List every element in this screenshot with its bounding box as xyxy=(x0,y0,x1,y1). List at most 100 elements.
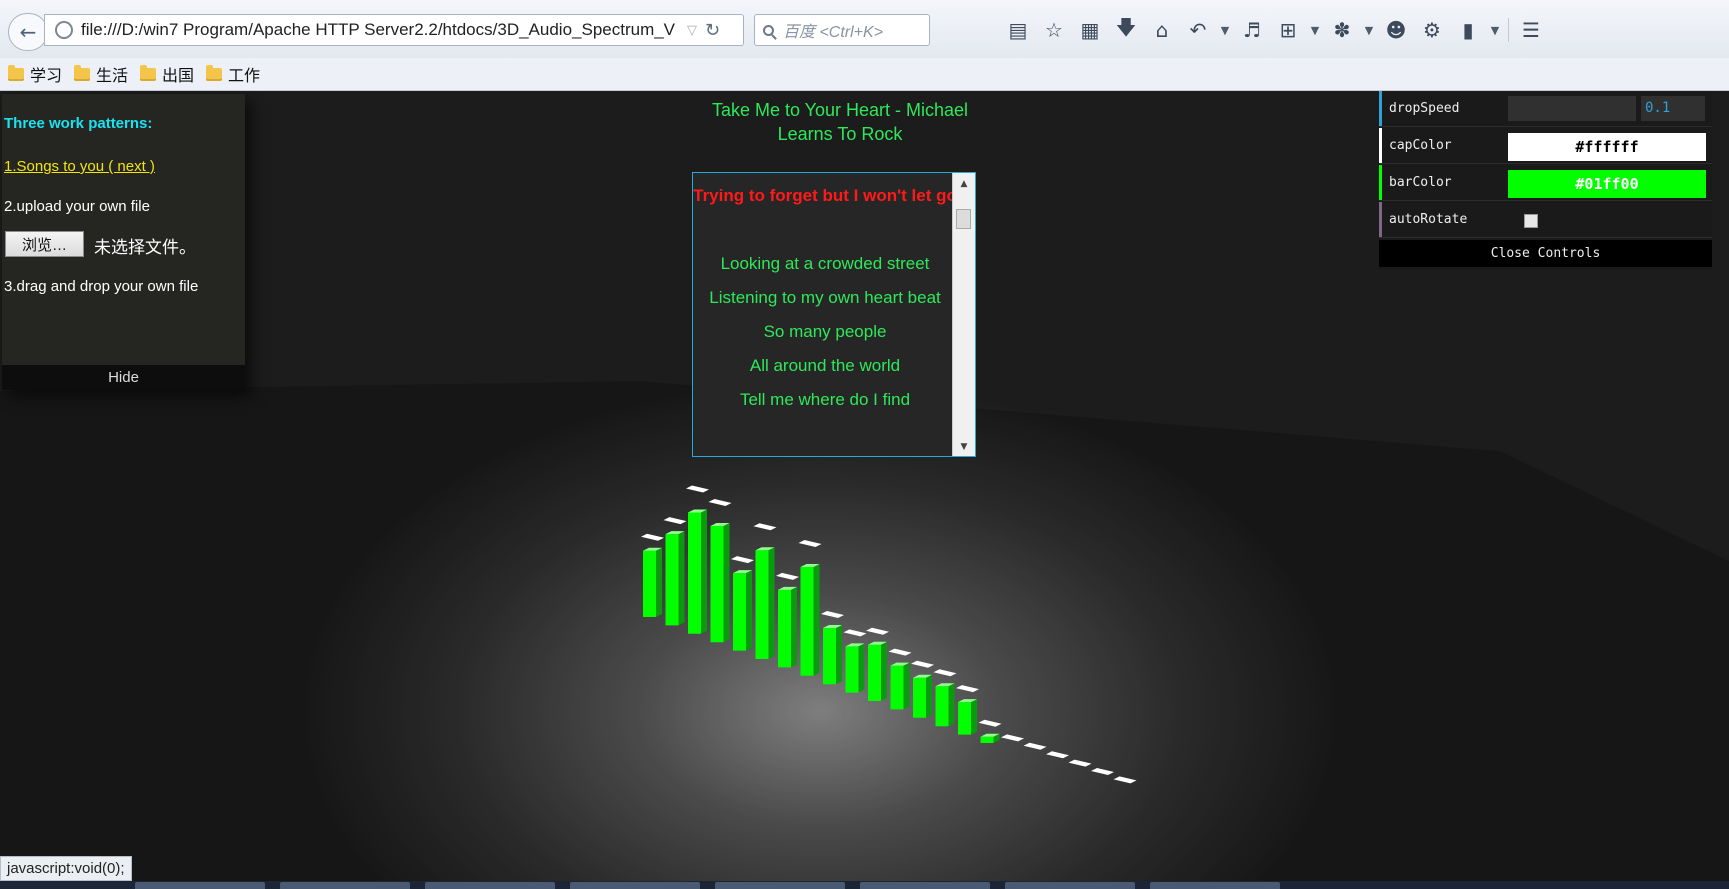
drop-speed-input[interactable]: 0.1 xyxy=(1641,96,1705,121)
close-controls-button[interactable]: Close Controls xyxy=(1379,240,1712,267)
download-icon[interactable]: 🡇 xyxy=(1108,15,1144,45)
folder-icon xyxy=(206,64,223,81)
navigation-toolbar: ← file:///D:/win7 Program/Apache HTTP Se… xyxy=(0,0,1729,58)
spectrum-bar xyxy=(958,702,971,735)
spectrum-bar xyxy=(710,525,724,643)
status-bar: javascript:void(0); xyxy=(0,856,132,881)
bookmark-label: 工作 xyxy=(228,66,261,85)
taskbar-button[interactable] xyxy=(860,882,990,889)
lyrics-list: Trying to forget but I won't let go Look… xyxy=(693,173,957,417)
cap-color-input[interactable]: #ffffff xyxy=(1508,133,1706,161)
spectrum-bar-side xyxy=(881,641,887,701)
no-file-text: 未选择文件。 xyxy=(94,238,196,257)
drop-speed-slider[interactable] xyxy=(1508,96,1636,121)
crop-dropdown-icon[interactable]: ▼ xyxy=(1306,15,1324,45)
taskbar-button[interactable] xyxy=(1150,882,1280,889)
hide-button[interactable]: Hide xyxy=(2,365,245,390)
spectrum-bar xyxy=(868,644,881,701)
back-button[interactable]: ← xyxy=(8,13,48,51)
home-icon[interactable]: ⌂ xyxy=(1144,15,1180,45)
taskbar-button[interactable] xyxy=(135,882,265,889)
search-box[interactable]: 百度 <Ctrl+K> xyxy=(754,14,930,46)
spectrum-bar-side xyxy=(858,643,865,693)
control-label: barColor xyxy=(1389,175,1452,190)
folder-icon xyxy=(140,64,157,81)
crop-icon[interactable]: ⊞ xyxy=(1270,15,1306,45)
undo-icon[interactable]: ↶ xyxy=(1180,15,1216,45)
back-arrow-icon: ← xyxy=(19,20,37,44)
mode-panel: Three work patterns: 1.Songs to you ( ne… xyxy=(2,94,245,390)
spectrum-bar xyxy=(733,573,746,651)
spectrum-bar xyxy=(755,550,769,659)
bookmark-folder-study[interactable]: 学习 xyxy=(8,62,62,86)
scroll-thumb[interactable] xyxy=(956,209,971,229)
bookmark-label: 学习 xyxy=(30,66,63,85)
spectrum-bar xyxy=(823,627,836,685)
reader-icon[interactable]: ▦ xyxy=(1072,15,1108,45)
next-song-link[interactable]: 1.Songs to you ( next ) xyxy=(4,158,155,175)
song-title: Take Me to Your Heart - Michael Learns T… xyxy=(711,100,969,144)
control-cap-color: capColor #ffffff xyxy=(1379,128,1712,164)
toolbar-separator xyxy=(1508,18,1509,42)
toolbar-icons: ▤ ☆ ▦ 🡇 ⌂ ↶ ▼ ♬ ⊞ ▼ ✽ ▼ ☻ ⚙ ▮ ▼ ☰ xyxy=(1000,14,1549,46)
lyrics-box[interactable]: Trying to forget but I won't let go Look… xyxy=(692,172,976,457)
browse-button[interactable]: 浏览… xyxy=(5,231,84,257)
reload-icon[interactable]: ↻ xyxy=(705,20,720,41)
bar-color-input[interactable]: #01ff00 xyxy=(1508,170,1706,198)
spectrum-bar xyxy=(980,736,994,743)
menu-icon[interactable]: ☰ xyxy=(1513,15,1549,45)
spectrum-bar-side xyxy=(903,662,910,710)
search-icon xyxy=(763,24,774,36)
phone-dropdown-icon[interactable]: ▼ xyxy=(1486,15,1504,45)
spectrum-bar xyxy=(845,646,859,693)
scroll-down-icon[interactable]: ▼ xyxy=(953,442,975,452)
lyric-line: Tell me where do I find xyxy=(739,390,911,409)
spectrum-bar xyxy=(935,686,949,727)
taskbar-button[interactable] xyxy=(570,882,700,889)
lyric-gap xyxy=(693,213,957,247)
url-dropdown-icon[interactable]: ▽ xyxy=(687,23,697,38)
upload-label: 2.upload your own file xyxy=(4,198,150,215)
star-icon[interactable]: ☆ xyxy=(1036,15,1072,45)
control-drop-speed: dropSpeed 0.1 xyxy=(1379,91,1712,127)
bookmark-folder-work[interactable]: 工作 xyxy=(206,62,260,86)
row-accent xyxy=(1379,91,1382,126)
phone-icon[interactable]: ▮ xyxy=(1450,15,1486,45)
spectrum-bar-side xyxy=(701,509,707,634)
url-bar[interactable]: file:///D:/win7 Program/Apache HTTP Serv… xyxy=(44,14,744,46)
spectrum-bar-side xyxy=(791,586,797,668)
bookmark-label: 出国 xyxy=(162,66,195,85)
extensions-icon[interactable]: ⚙ xyxy=(1414,15,1450,45)
spectrum-bar xyxy=(913,677,926,718)
lyric-line: All around the world xyxy=(749,356,901,375)
taskbar-button[interactable] xyxy=(715,882,845,889)
bug-icon[interactable]: ✽ xyxy=(1324,15,1360,45)
bug-dropdown-icon[interactable]: ▼ xyxy=(1360,15,1378,45)
spectrum-bar-side xyxy=(678,531,685,626)
sound-icon[interactable]: ♬ xyxy=(1234,15,1270,45)
bookmark-folder-abroad[interactable]: 出国 xyxy=(140,62,194,86)
current-lyric: Trying to forget but I won't let go xyxy=(693,186,957,205)
row-accent xyxy=(1379,202,1382,237)
folder-icon xyxy=(8,64,24,81)
taskbar-button[interactable] xyxy=(425,882,555,889)
control-bar-color: barColor #01ff00 xyxy=(1379,165,1712,201)
chat-icon[interactable]: ☻ xyxy=(1378,15,1414,45)
control-label: dropSpeed xyxy=(1389,101,1460,116)
bookmarks-menu-icon[interactable]: ▤ xyxy=(1000,15,1036,45)
scroll-up-icon[interactable]: ▲ xyxy=(953,179,975,189)
bookmark-label: 生活 xyxy=(96,66,129,85)
auto-rotate-checkbox[interactable] xyxy=(1524,214,1538,228)
taskbar-button[interactable] xyxy=(1005,882,1135,889)
bookmarks-bar: 学习 生活 出国 工作 xyxy=(0,58,1729,91)
url-text[interactable]: file:///D:/win7 Program/Apache HTTP Serv… xyxy=(81,20,681,40)
spectrum-bar xyxy=(800,567,814,676)
lyrics-scrollbar[interactable]: ▲ ▼ xyxy=(952,173,975,456)
undo-dropdown-icon[interactable]: ▼ xyxy=(1216,15,1234,45)
bookmark-folder-life[interactable]: 生活 xyxy=(74,62,128,86)
taskbar-button[interactable] xyxy=(280,882,410,889)
controls-panel: dropSpeed 0.1 capColor #ffffff barColor … xyxy=(1379,91,1712,269)
drag-drop-label: 3.drag and drop your own file xyxy=(4,278,199,295)
control-label: autoRotate xyxy=(1389,212,1468,227)
spectrum-bar xyxy=(665,534,679,626)
